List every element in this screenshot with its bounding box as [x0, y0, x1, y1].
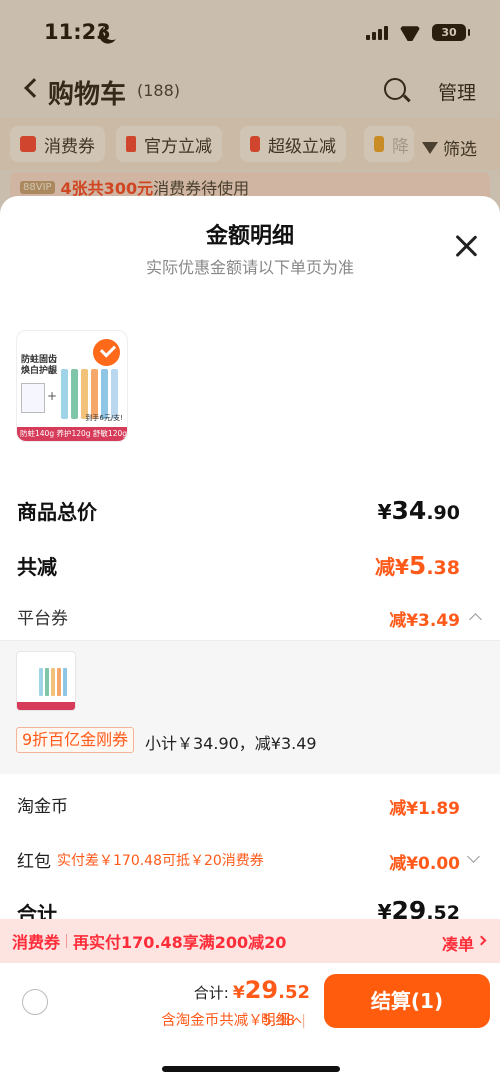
bottom-total: 合计: ¥29.52	[194, 976, 310, 1004]
coupon-subtotal: 小计￥34.90，减¥3.49	[145, 734, 317, 753]
hongbao-note: 实付差￥170.48可抵￥20消费券	[57, 853, 264, 869]
chevron-down-icon[interactable]	[467, 850, 480, 863]
taojinbi-value: 减¥1.89	[389, 799, 460, 819]
thumb-box-image	[21, 383, 45, 413]
coupon-tag: 9折百亿金刚券	[16, 727, 135, 753]
platform-coupon-label: 平台券	[17, 609, 68, 629]
thumb-footer: 防蛀140g 养护120g 舒敏120g	[17, 427, 127, 441]
thumb-headline: 防蛀固齿 焕白护龈	[21, 355, 58, 376]
sheet-subtitle: 实际优惠金额请以下单页为准	[145, 258, 354, 277]
coupon-product-thumbnail	[16, 651, 76, 711]
bottom-total-label: 合计:	[193, 984, 229, 1002]
check-icon[interactable]	[91, 337, 122, 368]
promo-text: 再实付170.48享满200减20	[73, 933, 287, 952]
platform-coupon-value[interactable]: 减¥3.49	[389, 606, 460, 631]
thumb-note: 到手6元/支!	[85, 414, 123, 422]
product-total-value: ¥34.90	[377, 496, 460, 525]
total-reduce-label: 共减	[17, 555, 57, 579]
detail-toggle[interactable]: 明细	[261, 1009, 302, 1030]
promo-tag: 消费券	[12, 933, 61, 952]
chevron-right-icon[interactable]	[476, 935, 487, 946]
product-thumbnail[interactable]: 防蛀固齿 焕白护龈 + 到手6元/支! 防蛀140g 养护120g 舒敏120g	[16, 330, 128, 442]
add-items-link[interactable]: 凑单	[442, 931, 474, 955]
select-all-checkbox[interactable]	[22, 989, 48, 1015]
promo-divider	[66, 934, 68, 948]
checkout-button[interactable]: 结算(1)	[324, 974, 490, 1028]
promo-strip[interactable]: 消费券 再实付170.48享满200减20 凑单	[0, 919, 500, 963]
close-icon[interactable]	[453, 233, 479, 259]
bottom-total-amount: ¥29.52	[232, 976, 310, 1004]
taojinbi-label: 淘金币	[17, 797, 68, 817]
chevron-up-icon[interactable]	[469, 613, 482, 626]
bottom-bar: 合计: ¥29.52 含淘金币共减￥5.38 | 明细 结算(1)	[0, 963, 500, 1082]
coupon-detail-panel: 9折百亿金刚券 小计￥34.90，减¥3.49	[0, 640, 500, 774]
home-indicator	[162, 1066, 340, 1072]
total-reduce-value: 减¥5.38	[375, 551, 460, 580]
hongbao-label: 红包	[17, 852, 51, 872]
sheet-title: 金额明细	[205, 224, 294, 249]
product-total-label: 商品总价	[17, 500, 97, 524]
plus-icon: +	[47, 389, 58, 403]
toothpaste-tubes-image	[61, 369, 118, 419]
chevron-up-icon	[291, 1017, 302, 1028]
hongbao-value[interactable]: 减¥0.00	[389, 849, 460, 874]
